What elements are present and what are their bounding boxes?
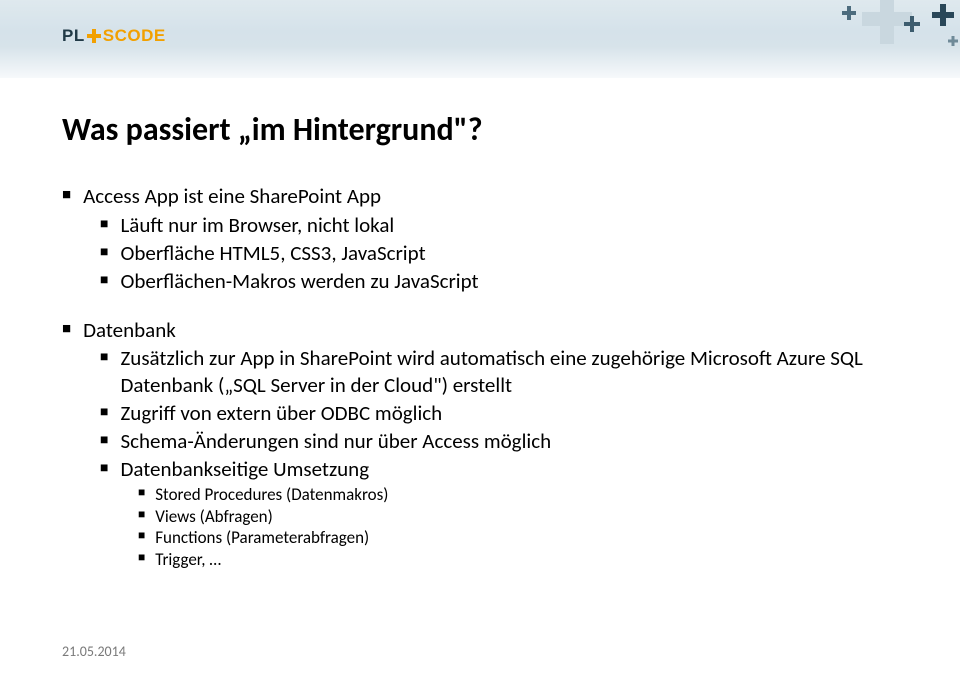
bullet-icon: ■ [100,345,108,399]
page-title: Was passiert „im Hintergrund"? [62,110,898,149]
list-item-text: Functions (Parameterabfragen) [155,527,369,549]
list-item-text: Datenbank [83,317,176,344]
logo-text-right: SCODE [103,26,166,46]
list-item-text: Trigger, … [155,549,221,571]
list-item: ■ Zugriff von extern über ODBC möglich [100,400,898,427]
bullet-icon: ■ [100,240,108,267]
list-item-text: Oberfläche HTML5, CSS3, JavaScript [120,240,425,267]
bullet-icon: ■ [138,527,145,549]
decorative-crosses [730,0,960,90]
list-item-text: Zusätzlich zur App in SharePoint wird au… [120,345,898,399]
list-item: ■ Functions (Parameterabfragen) [138,527,898,549]
list-item: ■ Access App ist eine SharePoint App ■ L… [62,183,898,295]
list-item: ■ Oberfläche HTML5, CSS3, JavaScript [100,240,898,267]
list-item: ■ Läuft nur im Browser, nicht lokal [100,212,898,239]
list-item-text: Schema-Änderungen sind nur über Access m… [120,428,551,455]
list-item-text: Views (Abfragen) [155,506,273,528]
list-item: ■ Oberflächen-Makros werden zu JavaScrip… [100,268,898,295]
plus-icon [842,6,856,20]
list-item: ■ Views (Abfragen) [138,506,898,528]
bullet-icon: ■ [100,428,108,455]
bullet-icon: ■ [100,400,108,427]
plus-icon [932,4,954,26]
list-item-text: Access App ist eine SharePoint App [83,183,381,210]
slide-content: Was passiert „im Hintergrund"? ■ Access … [62,110,898,593]
bullet-icon: ■ [62,183,71,210]
bullet-icon: ■ [138,484,145,506]
list-item: ■ Stored Procedures (Datenmakros) [138,484,898,506]
logo-text-left: PL [62,26,85,46]
list-item: ■ Trigger, … [138,549,898,571]
bullet-icon: ■ [100,212,108,239]
bullet-list: ■ Access App ist eine SharePoint App ■ L… [62,183,898,571]
bullet-icon: ■ [62,317,71,344]
plus-icon [948,36,958,46]
bullet-icon: ■ [138,549,145,571]
footer-date: 21.05.2014 [62,643,126,660]
list-item: ■ Datenbank ■ Zusätzlich zur App in Shar… [62,317,898,571]
list-item-text: Läuft nur im Browser, nicht lokal [120,212,394,239]
bullet-icon: ■ [100,456,108,483]
plus-icon [904,16,920,32]
list-item-text: Oberflächen-Makros werden zu JavaScript [120,268,478,295]
list-item: ■ Datenbankseitige Umsetzung [100,456,898,483]
list-item-text: Datenbankseitige Umsetzung [120,456,369,483]
plus-icon [87,29,101,43]
list-item-text: Zugriff von extern über ODBC möglich [120,400,442,427]
logo: PL SCODE [62,26,166,46]
list-item: ■ Zusätzlich zur App in SharePoint wird … [100,345,898,399]
bullet-icon: ■ [100,268,108,295]
bullet-icon: ■ [138,506,145,528]
list-item: ■ Schema-Änderungen sind nur über Access… [100,428,898,455]
list-item-text: Stored Procedures (Datenmakros) [155,484,388,506]
